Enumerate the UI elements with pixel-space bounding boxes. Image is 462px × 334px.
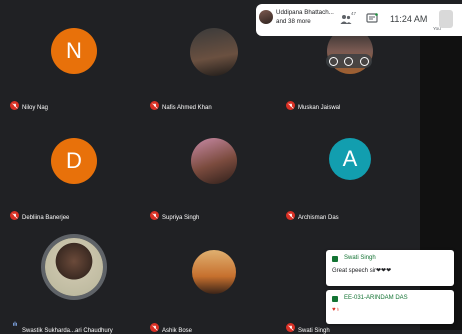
participant-tile[interactable]: Supriya Singh xyxy=(144,124,284,226)
self-preview[interactable] xyxy=(439,10,453,28)
self-label: You xyxy=(433,26,441,31)
chat-sender: EE-031-ARINDAM DAS xyxy=(344,295,408,301)
mic-muted-icon xyxy=(286,323,295,332)
meeting-topbar: Uddipana Bhattach... and 38 more 47 11:2… xyxy=(256,4,462,36)
presenter-more: and 38 more xyxy=(276,18,311,25)
participants-count: 47 xyxy=(351,11,357,16)
participant-tile[interactable]: Swastik Sukharda...ari Chaudhury xyxy=(4,232,144,334)
mute-icon[interactable] xyxy=(344,56,354,66)
mic-active-icon xyxy=(10,319,19,328)
chat-icon[interactable] xyxy=(366,13,378,25)
participant-name: Nafis Ahmed Khan xyxy=(162,105,212,111)
chat-message: ♥♁ xyxy=(332,307,341,313)
chat-toast[interactable]: EE-031-ARINDAM DAS ♥♁ xyxy=(326,290,454,324)
more-options-icon[interactable] xyxy=(359,56,369,66)
participant-tile[interactable]: N Niloy Nag xyxy=(4,14,144,116)
presenter-avatar xyxy=(259,10,273,24)
avatar: D xyxy=(51,138,97,184)
avatar xyxy=(45,238,103,296)
avatar xyxy=(190,28,238,76)
chat-sender: Swati Singh xyxy=(344,255,376,261)
presenter-name: Uddipana Bhattach... xyxy=(276,9,334,16)
avatar: N xyxy=(51,28,97,74)
avatar xyxy=(192,250,236,294)
participant-name: Niloy Nag xyxy=(22,105,49,111)
pin-icon[interactable] xyxy=(329,56,339,66)
participant-tile[interactable]: Ashik Bose xyxy=(144,232,284,334)
participant-name: Muskan Jaiswal xyxy=(298,105,341,111)
mic-muted-icon xyxy=(286,211,295,220)
avatar xyxy=(191,138,237,184)
participant-name: Swastik Sukharda...ari Chaudhury xyxy=(22,328,113,334)
chat-toast[interactable]: Swati Singh Great speech sir❤❤❤ xyxy=(326,250,454,286)
participant-tile[interactable]: A Archisman Das xyxy=(280,124,420,226)
mic-muted-icon xyxy=(150,211,159,220)
chat-icon xyxy=(332,256,338,262)
participant-name: Debliina Banerjee xyxy=(22,215,70,221)
mic-muted-icon xyxy=(10,211,19,220)
participant-name: Archisman Das xyxy=(298,215,339,221)
mic-muted-icon xyxy=(150,101,159,110)
participant-tile[interactable]: D Debliina Banerjee xyxy=(4,124,144,226)
mic-muted-icon xyxy=(150,323,159,332)
avatar: A xyxy=(329,138,371,180)
clock: 11:24 AM xyxy=(390,14,428,24)
tile-hover-controls[interactable] xyxy=(326,54,372,68)
participant-name: Supriya Singh xyxy=(162,215,200,221)
mic-muted-icon xyxy=(10,101,19,110)
chat-icon xyxy=(332,296,338,302)
participant-name: Swati Singh xyxy=(298,328,330,334)
chat-message: Great speech sir❤❤❤ xyxy=(332,268,392,274)
mic-muted-icon xyxy=(286,101,295,110)
participant-name: Ashik Bose xyxy=(162,328,193,334)
